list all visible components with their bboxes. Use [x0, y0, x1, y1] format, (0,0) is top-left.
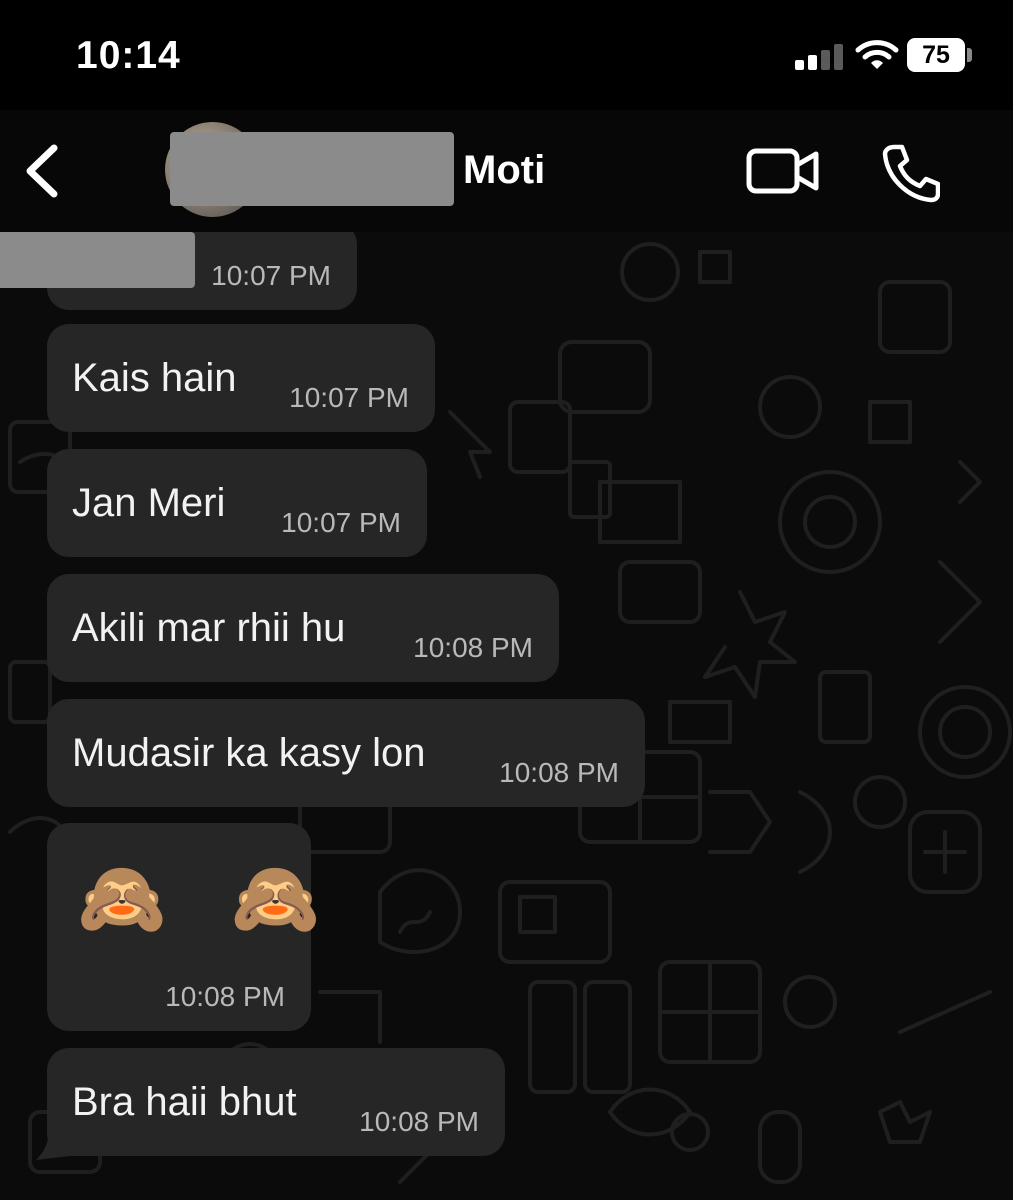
message-time: 10:08 PM: [499, 757, 619, 788]
message-text: Bra haii bhut: [72, 1080, 297, 1124]
contact-name[interactable]: Moti: [463, 148, 545, 193]
battery-level: 75: [922, 41, 950, 69]
voice-call-button[interactable]: [880, 142, 940, 204]
message-text: Mudasir ka kasy lon: [72, 731, 426, 775]
message-time: 10:08 PM: [165, 981, 285, 1012]
message-time: 10:07 PM: [211, 260, 331, 291]
redacted-name: [170, 132, 454, 206]
message-bubble[interactable]: Kais hain 10:07 PM: [47, 324, 435, 432]
battery-cap: [967, 48, 972, 62]
message-bubble[interactable]: Mudasir ka kasy lon 10:08 PM: [47, 699, 645, 807]
message-time: 10:08 PM: [359, 1106, 479, 1137]
message-time: 10:07 PM: [281, 507, 401, 538]
message-text: Jan Meri: [72, 481, 226, 525]
message-bubble[interactable]: Akili mar rhii hu 10:08 PM: [47, 574, 559, 682]
bubble-tail: [36, 1122, 70, 1160]
message-text: Kais hain: [72, 356, 237, 400]
message-time: 10:08 PM: [413, 632, 533, 663]
see-no-evil-monkey-emoji: 🙈 🙈: [77, 859, 343, 939]
battery-indicator: 75: [907, 38, 965, 72]
phone-icon: [882, 144, 940, 203]
video-camera-icon: [746, 148, 819, 194]
message-bubble[interactable]: 🙈 🙈 10:08 PM: [47, 823, 320, 1031]
chat-header: Moti: [0, 110, 1013, 232]
cellular-signal-icon: [795, 44, 843, 70]
status-time: 10:14: [76, 34, 181, 77]
wifi-icon: [855, 40, 899, 69]
status-bar: 10:14 75: [0, 0, 1013, 110]
back-button[interactable]: [18, 140, 68, 202]
message-text: Akili mar rhii hu: [72, 606, 346, 650]
redacted-text: [0, 232, 195, 288]
chat-area[interactable]: 10:07 PM Kais hain 10:07 PM Jan Meri 10:…: [0, 232, 1013, 1200]
message-bubble[interactable]: Jan Meri 10:07 PM: [47, 449, 427, 557]
video-call-button[interactable]: [745, 146, 821, 196]
message-time: 10:07 PM: [289, 382, 409, 413]
message-bubble[interactable]: Bra haii bhut 10:08 PM: [47, 1048, 505, 1156]
